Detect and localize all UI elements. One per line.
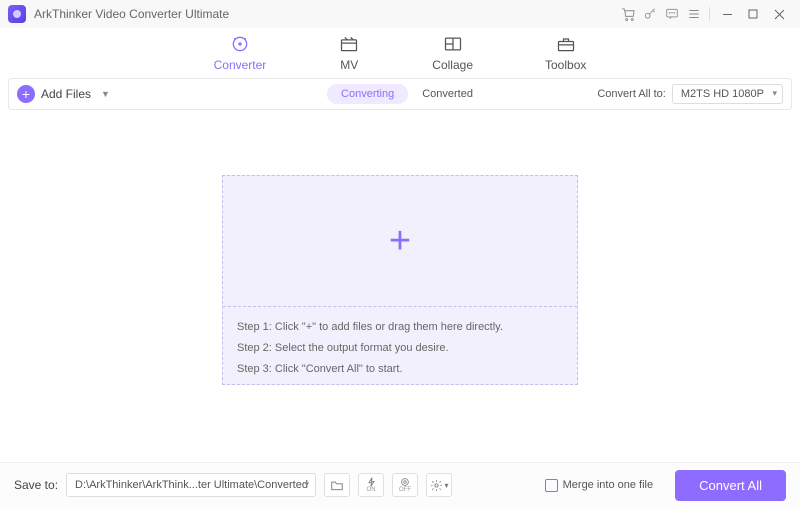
add-files-button[interactable]: + Add Files ▼ (17, 85, 110, 103)
toolbar-strip: + Add Files ▼ Converting Converted Conve… (8, 78, 792, 110)
step-2-text: Step 2: Select the output format you des… (237, 338, 563, 359)
tab-mv[interactable]: MV (338, 34, 360, 72)
converter-icon (229, 34, 251, 54)
settings-button[interactable]: ▾ (426, 473, 452, 497)
mv-icon (338, 34, 360, 54)
convert-all-button[interactable]: Convert All (675, 470, 786, 501)
step-3-text: Step 3: Click "Convert All" to start. (237, 359, 563, 380)
output-format-select[interactable]: M2TS HD 1080P (672, 84, 783, 104)
tab-converter[interactable]: Converter (214, 34, 267, 72)
main-area: + Step 1: Click "+" to add files or drag… (0, 110, 800, 462)
tab-collage[interactable]: Collage (432, 34, 473, 72)
dropzone: + Step 1: Click "+" to add files or drag… (222, 175, 578, 385)
tab-converter-label: Converter (214, 58, 267, 72)
feedback-icon[interactable] (661, 3, 683, 25)
separator (709, 7, 710, 21)
footer-bar: Save to: D:\ArkThinker\ArkThink...ter Ul… (0, 462, 800, 507)
on-sublabel: ON (367, 487, 376, 493)
subtab-converting[interactable]: Converting (327, 84, 408, 104)
merge-checkbox[interactable]: Merge into one file (545, 479, 654, 492)
off-sublabel: OFF (399, 487, 411, 493)
save-path-select[interactable]: D:\ArkThinker\ArkThink...ter Ultimate\Co… (66, 473, 316, 497)
save-path-value: D:\ArkThinker\ArkThink...ter Ultimate\Co… (75, 479, 308, 491)
plus-large-icon: + (389, 220, 411, 263)
chevron-down-icon: ▾ (445, 481, 449, 490)
tab-mv-label: MV (340, 58, 358, 72)
close-button[interactable] (766, 3, 792, 25)
checkbox-icon (545, 479, 558, 492)
toolbox-icon (555, 34, 577, 54)
app-logo-icon (8, 5, 26, 23)
output-format-value: M2TS HD 1080P (681, 88, 764, 100)
cart-icon[interactable] (617, 3, 639, 25)
add-files-label: Add Files (41, 87, 91, 101)
save-to-label: Save to: (14, 478, 58, 492)
merge-label: Merge into one file (563, 479, 654, 491)
app-title: ArkThinker Video Converter Ultimate (34, 7, 229, 21)
tab-collage-label: Collage (432, 58, 473, 72)
main-tabs: Converter MV Collage Toolbox (0, 28, 800, 78)
key-icon[interactable] (639, 3, 661, 25)
titlebar: ArkThinker Video Converter Ultimate (0, 0, 800, 28)
dropzone-add-area[interactable]: + (223, 176, 577, 306)
menu-icon[interactable] (683, 3, 705, 25)
open-folder-button[interactable] (324, 473, 350, 497)
maximize-button[interactable] (740, 3, 766, 25)
collage-icon (442, 34, 464, 54)
subtab-converted[interactable]: Converted (422, 88, 473, 100)
step-1-text: Step 1: Click "+" to add files or drag t… (237, 317, 563, 338)
tab-toolbox[interactable]: Toolbox (545, 34, 586, 72)
plus-icon: + (17, 85, 35, 103)
hw-accel-off-button[interactable]: OFF (392, 473, 418, 497)
convert-all-to-label: Convert All to: (597, 88, 665, 100)
tab-toolbox-label: Toolbox (545, 58, 586, 72)
hw-accel-on-button[interactable]: ON (358, 473, 384, 497)
minimize-button[interactable] (714, 3, 740, 25)
chevron-down-icon: ▼ (101, 89, 110, 99)
dropzone-steps: Step 1: Click "+" to add files or drag t… (223, 306, 577, 390)
